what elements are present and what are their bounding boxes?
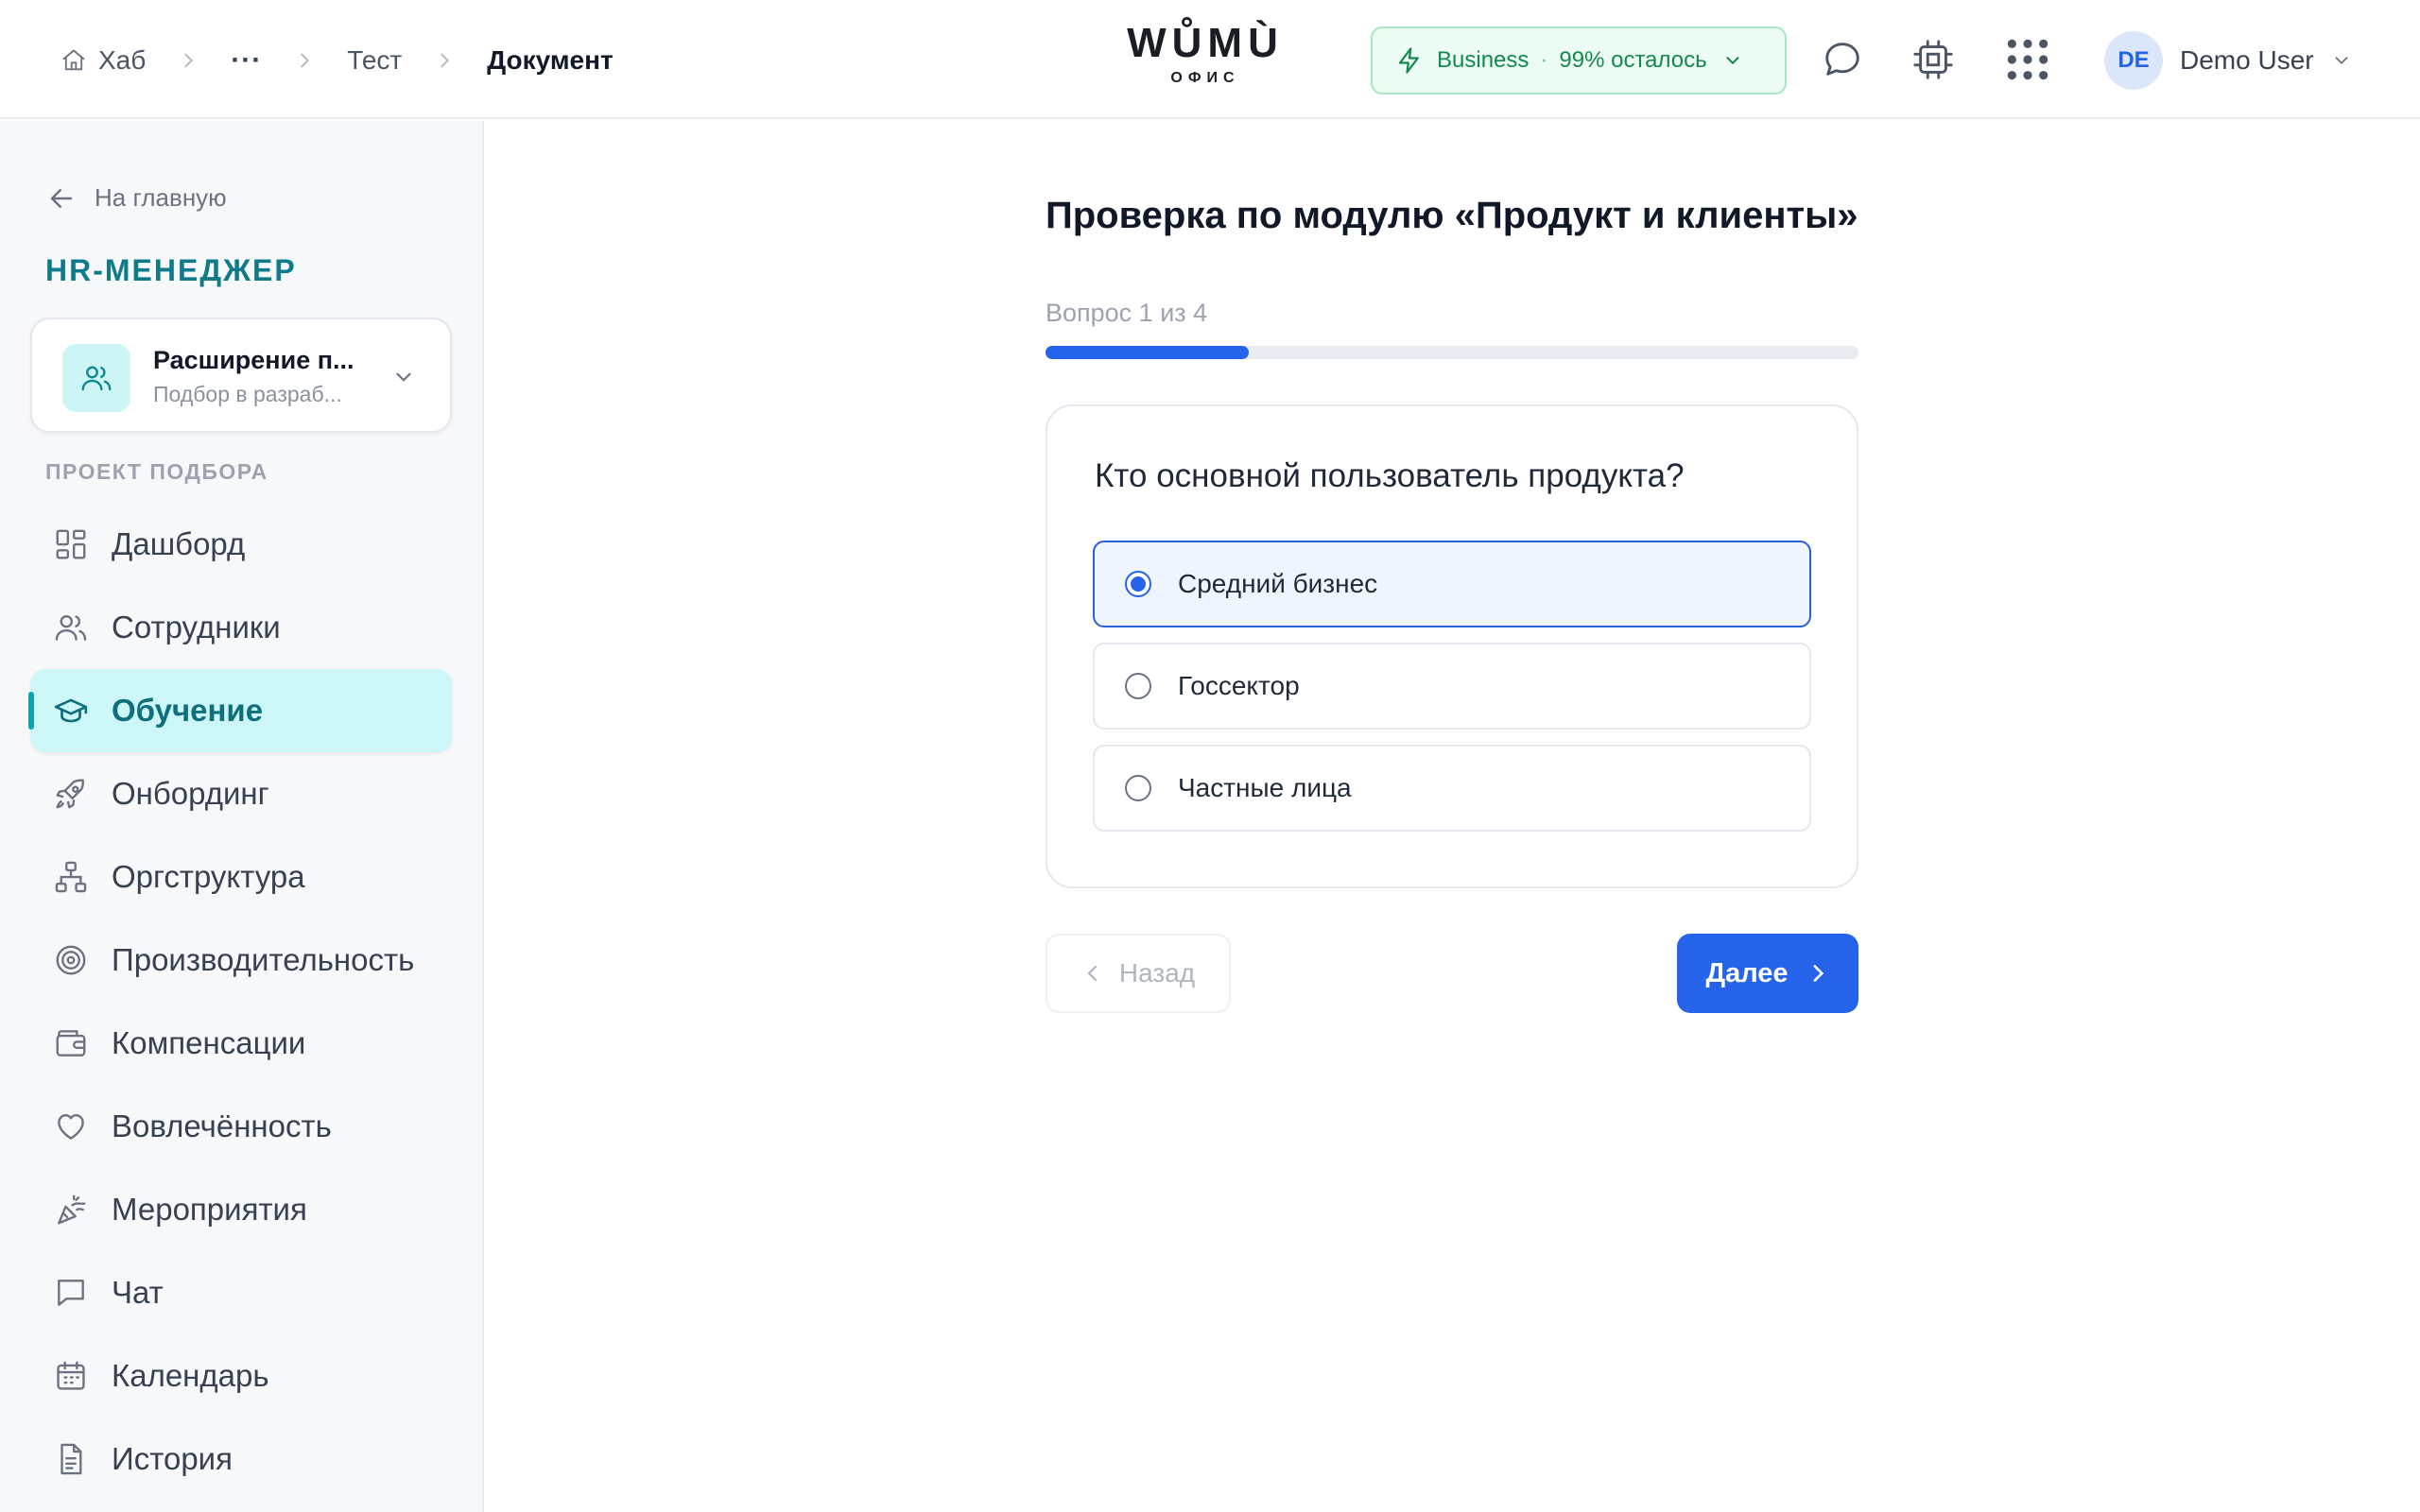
lightning-icon xyxy=(1395,46,1424,75)
breadcrumb: Хаб ··· Тест Документ xyxy=(60,38,614,83)
next-button[interactable]: Далее xyxy=(1677,934,1858,1013)
sidebar-nav: Дашборд Сотрудники Обучение Онбординг Ор… xyxy=(28,503,452,1501)
progress-bar xyxy=(1046,346,1858,359)
answer-option-label: Частные лица xyxy=(1178,773,1352,802)
chevron-left-icon xyxy=(1081,962,1119,985)
breadcrumb-home[interactable]: Хаб xyxy=(60,45,146,76)
sidebar-item-label: Онбординг xyxy=(112,776,269,811)
apps-grid-icon[interactable] xyxy=(2004,36,2051,83)
sidebar-item-performance[interactable]: Производительность xyxy=(30,919,452,1002)
progress-bar-fill xyxy=(1046,346,1249,359)
chevron-right-icon xyxy=(434,50,455,71)
sidebar-item-label: Производительность xyxy=(112,942,415,977)
breadcrumb-item-current: Документ xyxy=(487,45,614,75)
party-popper-icon xyxy=(53,1192,112,1228)
logo-wordmark: WŮMÙ xyxy=(1127,20,1284,66)
cpu-chip-icon[interactable] xyxy=(1911,38,1955,81)
sidebar: На главную HR-МЕНЕДЖЕР Расширение п... П… xyxy=(0,121,484,1512)
sidebar-item-employees[interactable]: Сотрудники xyxy=(30,586,452,669)
target-icon xyxy=(53,942,112,978)
wallet-icon xyxy=(53,1025,112,1061)
arrow-left-icon xyxy=(47,184,95,213)
sidebar-item-label: Мероприятия xyxy=(112,1192,307,1227)
breadcrumb-ellipsis[interactable]: ··· xyxy=(231,44,262,77)
rocket-icon xyxy=(53,776,112,812)
heart-icon xyxy=(53,1108,112,1144)
sidebar-item-calendar[interactable]: Календарь xyxy=(30,1334,452,1418)
chevron-right-icon xyxy=(1789,961,1830,986)
sidebar-item-label: История xyxy=(112,1441,233,1476)
question-progress-label: Вопрос 1 из 4 xyxy=(1046,299,1208,327)
answer-option[interactable]: Частные лица xyxy=(1093,745,1811,832)
next-button-label: Далее xyxy=(1705,957,1789,988)
chat-bubble-icon[interactable] xyxy=(1821,38,1864,81)
users-icon xyxy=(62,344,130,412)
user-menu[interactable]: DE Demo User xyxy=(2104,30,2352,91)
question-card: Кто основной пользователь продукта? Сред… xyxy=(1046,404,1858,888)
answer-option-label: Средний бизнес xyxy=(1178,569,1378,598)
sidebar-item-history[interactable]: История xyxy=(30,1418,452,1501)
answer-option[interactable]: Госсектор xyxy=(1093,643,1811,730)
sidebar-item-label: Дашборд xyxy=(112,526,246,561)
back-button[interactable]: Назад xyxy=(1046,934,1231,1013)
sidebar-item-learning[interactable]: Обучение xyxy=(28,669,452,752)
app-logo[interactable]: WŮMÙ ОФИС xyxy=(1125,19,1286,87)
chat-icon xyxy=(53,1275,112,1311)
avatar: DE xyxy=(2104,31,2163,90)
calendar-icon xyxy=(53,1358,112,1394)
users-icon xyxy=(53,610,112,645)
sidebar-section-label: ПРОЕКТ ПОДБОРА xyxy=(45,459,268,484)
radio-button[interactable] xyxy=(1125,673,1151,699)
sidebar-item-label: Календарь xyxy=(112,1358,269,1393)
project-selector[interactable]: Расширение п... Подбор в разраб... xyxy=(30,318,452,433)
back-link-label: На главную xyxy=(95,183,227,212)
sidebar-item-dashboard[interactable]: Дашборд xyxy=(30,503,452,586)
back-button-label: Назад xyxy=(1118,958,1196,988)
sidebar-item-label: Вовлечённость xyxy=(112,1108,332,1143)
breadcrumb-item-test[interactable]: Тест xyxy=(347,45,402,76)
sidebar-item-compensation[interactable]: Компенсации xyxy=(30,1002,452,1085)
page-title: Проверка по модулю «Продукт и клиенты» xyxy=(1046,195,1858,236)
user-name: Demo User xyxy=(2180,45,2314,75)
radio-selected-dot xyxy=(1131,576,1146,592)
answer-option-label: Госсектор xyxy=(1178,671,1300,700)
sidebar-item-label: Сотрудники xyxy=(112,610,281,644)
project-subtitle: Подбор в разраб... xyxy=(153,382,342,406)
radio-button[interactable] xyxy=(1125,775,1151,801)
sidebar-item-label: Обучение xyxy=(112,693,264,728)
top-header: Хаб ··· Тест Документ WŮMÙ ОФИС Business… xyxy=(0,0,2420,119)
sidebar-item-engagement[interactable]: Вовлечённость xyxy=(30,1085,452,1168)
plan-remaining: 99% осталось xyxy=(1559,47,1707,73)
home-icon xyxy=(60,47,98,74)
sidebar-item-chat[interactable]: Чат xyxy=(30,1251,452,1334)
role-title: HR-МЕНЕДЖЕР xyxy=(45,253,297,287)
breadcrumb-home-label: Хаб xyxy=(98,45,147,75)
back-to-home-link[interactable]: На главную xyxy=(47,183,227,213)
document-icon xyxy=(53,1441,112,1477)
question-text: Кто основной пользователь продукта? xyxy=(1095,457,1685,494)
sidebar-item-label: Чат xyxy=(112,1275,164,1310)
answer-option[interactable]: Средний бизнес xyxy=(1093,541,1811,627)
sidebar-item-label: Оргструктура xyxy=(112,859,305,894)
org-chart-icon xyxy=(53,859,112,895)
logo-subtitle: ОФИС xyxy=(1170,70,1240,86)
sidebar-item-events[interactable]: Мероприятия xyxy=(30,1168,452,1251)
sidebar-item-onboarding[interactable]: Онбординг xyxy=(30,752,452,835)
plan-usage-badge[interactable]: Business · 99% осталось xyxy=(1371,26,1787,94)
chevron-right-icon xyxy=(294,50,315,71)
chevron-down-icon xyxy=(391,365,416,389)
dashboard-icon xyxy=(53,526,112,562)
graduation-cap-icon xyxy=(53,693,112,729)
plan-name: Business xyxy=(1437,47,1530,73)
chevron-right-icon xyxy=(178,50,199,71)
radio-button[interactable] xyxy=(1125,571,1151,597)
sidebar-item-org-structure[interactable]: Оргструктура xyxy=(30,835,452,919)
sidebar-item-label: Компенсации xyxy=(112,1025,306,1060)
project-title: Расширение п... xyxy=(153,346,354,374)
chevron-down-icon xyxy=(2331,50,2352,71)
chevron-down-icon xyxy=(1722,50,1743,71)
plan-separator: · xyxy=(1540,47,1548,73)
